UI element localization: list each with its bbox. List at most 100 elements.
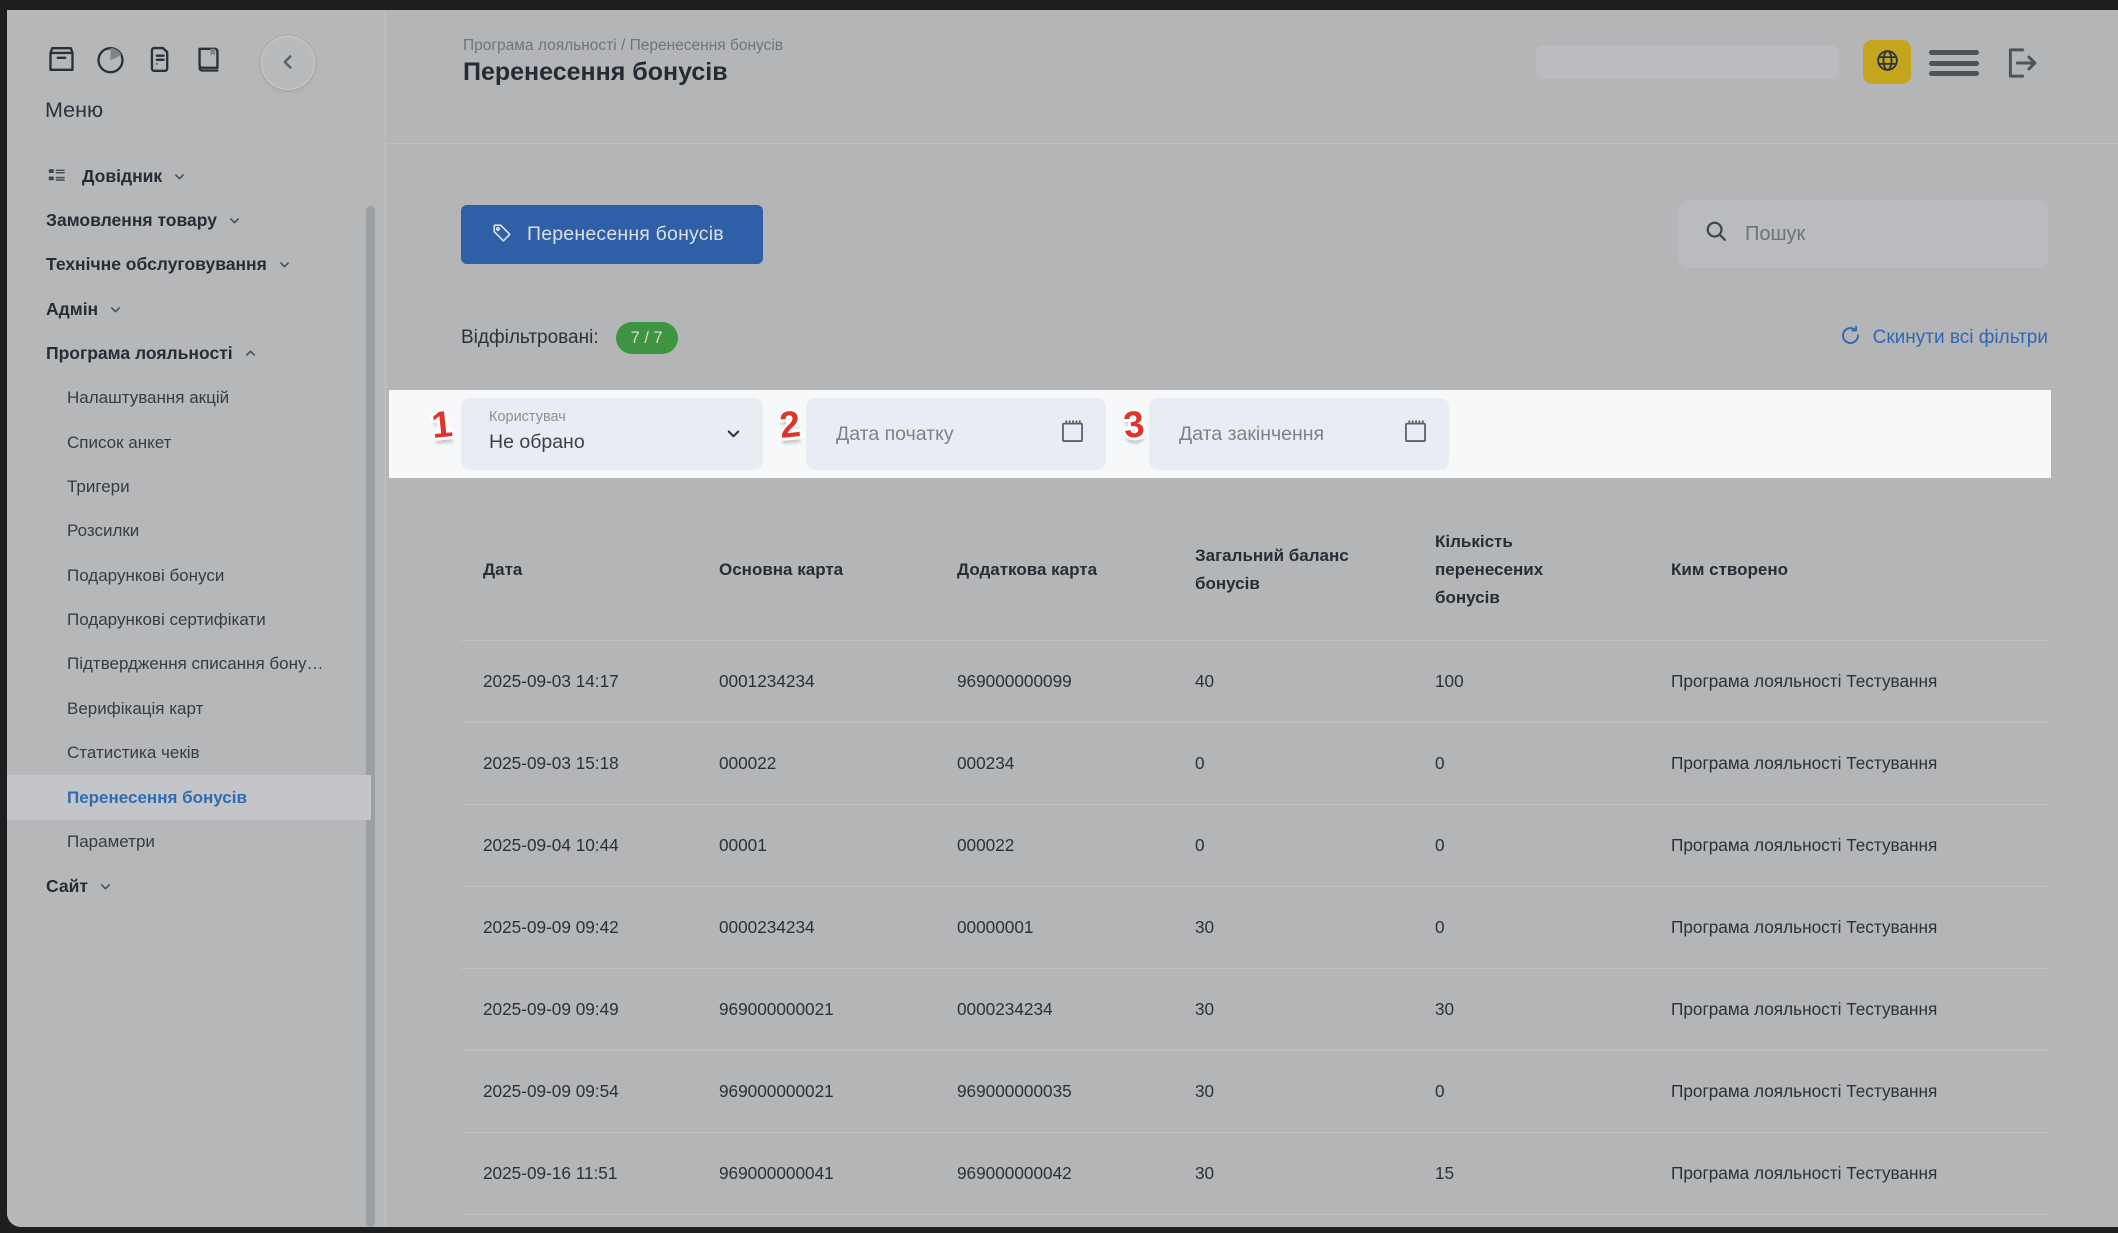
sidebar-item-admin[interactable]: Адмін [7,287,363,331]
search-icon [1704,219,1729,249]
sidebar-item-rozsylky[interactable]: Розсилки [7,509,363,553]
column-header-transferred-count: Кількість перенесених бонусів [1435,528,1567,612]
cell-main-card: 969000000021 [719,999,957,1020]
table-row[interactable]: 2025-09-03 15:18 000022 000234 0 0 Прогр… [461,722,2049,804]
chevron-down-icon [227,213,242,228]
sidebar-item-dovidnyk[interactable]: Довідник [7,154,363,198]
chevron-down-icon [98,879,113,894]
sidebar-item-sayt[interactable]: Сайт [7,864,363,908]
column-header-main-card: Основна карта [719,556,957,584]
sidebar-item-label: Тригери [67,477,130,497]
table-row[interactable]: 2025-09-16 11:51 969000000041 9690000000… [461,1132,2049,1214]
chevron-up-icon [243,346,258,361]
cell-date: 2025-09-09 09:54 [483,1081,719,1102]
bonus-transfers-table: Дата Основна карта Додаткова карта Загал… [461,500,2049,1215]
sidebar-item-spysok-anket[interactable]: Список анкет [7,420,363,464]
filters-highlight-strip: 1 Користувач Не обрано 2 3 [389,390,2051,478]
pie-chart-icon[interactable] [94,43,127,76]
cell-additional-card: 969000000042 [957,1163,1195,1184]
sidebar-item-veryfikatsiya-kart[interactable]: Верифікація карт [7,687,363,731]
cell-transferred-count: 0 [1435,835,1671,856]
main-area: Програма лояльності / Перенесення бонусі… [385,10,2118,1227]
sidebar-item-tryhery[interactable]: Тригери [7,465,363,509]
transfer-bonuses-button-label: Перенесення бонусів [527,223,724,246]
cell-date: 2025-09-03 15:18 [483,753,719,774]
column-header-additional-card: Додаткова карта [957,556,1195,584]
archive-box-icon[interactable] [45,43,78,76]
sidebar-item-statystyka-chekiv[interactable]: Статистика чеків [7,731,363,775]
app-window: Меню Довідник Замовлення товару Технічне… [7,10,2118,1227]
sidebar-item-tekhnichne-obsluhovuvannya[interactable]: Технічне обслуговування [7,243,363,287]
cell-main-card: 0001234234 [719,671,957,692]
reset-filters-link[interactable]: Скинути всі фільтри [1839,324,2048,353]
cell-transferred-count: 30 [1435,999,1671,1020]
transfer-bonuses-button[interactable]: Перенесення бонусів [461,205,763,264]
search-input[interactable] [1743,222,2028,247]
sidebar-item-pidtverdzhennya-spysannya[interactable]: Підтвердження списання бону… [7,642,363,686]
logout-icon[interactable] [1998,41,2042,85]
table-row[interactable]: 2025-09-09 09:49 969000000021 0000234234… [461,968,2049,1050]
user-filter-label: Користувач [489,409,566,425]
cell-additional-card: 0000234234 [957,999,1195,1020]
sidebar-item-label: Список анкет [67,433,171,453]
cell-additional-card: 969000000099 [957,671,1195,692]
cell-transferred-count: 0 [1435,917,1671,938]
sidebar-item-parametry[interactable]: Параметри [7,820,363,864]
cell-date: 2025-09-09 09:42 [483,917,719,938]
cell-created-by: Програма лояльності Тестування [1671,835,2049,856]
cell-additional-card: 000234 [957,753,1195,774]
cell-transferred-count: 15 [1435,1163,1671,1184]
sidebar-item-label: Довідник [82,166,162,187]
sidebar-item-zamovlennya-tovaru[interactable]: Замовлення товару [7,198,363,242]
reset-icon [1839,324,1862,353]
sidebar-item-nalashtuvannya-aktsiy[interactable]: Налаштування акцій [7,376,363,420]
sidebar-item-perenesennya-bonusiv-active[interactable]: Перенесення бонусів [7,775,371,819]
cell-total-balance: 30 [1195,917,1435,938]
table-row[interactable]: 2025-09-03 14:17 0001234234 969000000099… [461,640,2049,722]
user-filter-value: Не обрано [489,431,585,454]
sidebar-item-label: Параметри [67,832,155,852]
hamburger-menu-icon[interactable] [1929,50,1979,76]
sidebar-item-podarunkovi-sertyfikaty[interactable]: Подарункові сертифікати [7,598,363,642]
cell-created-by: Програма лояльності Тестування [1671,1081,2049,1102]
table-row[interactable]: 2025-09-09 09:54 969000000021 9690000000… [461,1050,2049,1132]
user-filter-dropdown[interactable]: Користувач Не обрано [461,398,763,470]
sidebar: Меню Довідник Замовлення товару Технічне… [7,10,385,1227]
collapse-sidebar-button[interactable] [261,36,315,90]
chevron-down-icon [277,257,292,272]
date-end-field [1149,398,1449,470]
book-icon[interactable] [192,43,225,76]
user-account-placeholder[interactable] [1536,45,1839,79]
cell-total-balance: 30 [1195,999,1435,1020]
page-title: Перенесення бонусів [463,58,728,87]
table-row[interactable]: 2025-09-04 10:44 00001 000022 0 0 Програ… [461,804,2049,886]
sidebar-item-label: Верифікація карт [67,699,203,719]
calendar-icon[interactable] [1059,418,1086,450]
calendar-icon[interactable] [1402,418,1429,450]
sidebar-item-label: Адмін [46,299,98,320]
date-start-input[interactable] [834,422,1059,447]
sidebar-item-label: Розсилки [67,521,139,541]
sidebar-item-label: Програма лояльності [46,343,233,364]
sidebar-item-label: Замовлення товару [46,210,217,231]
sidebar-nav: Довідник Замовлення товару Технічне обсл… [7,154,363,909]
sidebar-item-podarunkovi-bonusy[interactable]: Подарункові бонуси [7,554,363,598]
table-row[interactable]: 2025-09-09 09:42 0000234234 00000001 30 … [461,886,2049,968]
sidebar-item-prohrama-loyalnosti[interactable]: Програма лояльності [7,332,363,376]
cell-transferred-count: 0 [1435,753,1671,774]
sidebar-scrollbar[interactable] [366,206,375,1227]
chevron-down-icon [172,169,187,184]
column-header-total-balance: Загальний баланс бонусів [1195,542,1370,598]
language-button[interactable] [1863,40,1911,84]
cell-main-card: 00001 [719,835,957,856]
chevron-down-icon [108,302,123,317]
cell-created-by: Програма лояльності Тестування [1671,753,2049,774]
cell-main-card: 969000000021 [719,1081,957,1102]
date-end-input[interactable] [1177,422,1402,447]
annotation-marker-1: 1 [422,402,462,448]
cell-created-by: Програма лояльності Тестування [1671,1163,2049,1184]
document-icon[interactable] [143,43,176,76]
sidebar-item-label: Перенесення бонусів [67,788,247,808]
column-header-created-by: Ким створено [1671,556,2049,584]
search-box [1678,200,2048,268]
